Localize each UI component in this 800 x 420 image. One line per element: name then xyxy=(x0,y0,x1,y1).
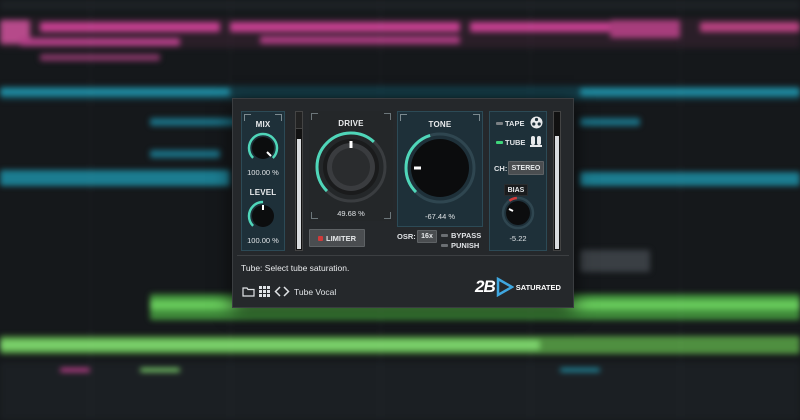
level-knob[interactable] xyxy=(247,200,279,232)
tape-indicator[interactable] xyxy=(496,122,503,125)
grid-icon[interactable] xyxy=(259,286,270,297)
drive-panel: DRIVE 49.68 % xyxy=(309,111,393,221)
chevron-right-icon[interactable] xyxy=(283,286,290,297)
tube-indicator[interactable] xyxy=(496,141,503,144)
bias-label: BIAS xyxy=(504,184,528,196)
drive-value: 49.68 % xyxy=(337,209,365,218)
limiter-led xyxy=(318,235,323,241)
level-value: 100.00 % xyxy=(247,236,279,245)
mix-knob[interactable] xyxy=(247,132,279,164)
mix-level-panel: MIX 100.00 % LEVEL 100.00 % xyxy=(241,111,285,251)
channel-label: CH: xyxy=(494,164,508,173)
output-meter xyxy=(553,111,561,251)
saturator-plugin-window: MIX 100.00 % LEVEL 100.00 % DRIVE 49.68 … xyxy=(232,98,574,308)
drive-knob[interactable] xyxy=(315,131,387,203)
osr-label: OSR: xyxy=(397,232,416,241)
punish-label[interactable]: PUNISH xyxy=(451,241,479,250)
preset-name[interactable]: Tube Vocal xyxy=(294,287,336,297)
tube-label[interactable]: TUBE xyxy=(505,138,525,147)
chevron-left-icon[interactable] xyxy=(274,286,281,297)
bias-knob[interactable] xyxy=(501,196,535,230)
tape-label[interactable]: TAPE xyxy=(505,119,524,128)
folder-icon[interactable] xyxy=(242,286,255,297)
channel-select[interactable]: STEREO xyxy=(508,161,544,175)
brand-name: SATURATED xyxy=(515,282,561,292)
mix-label: MIX xyxy=(255,120,271,129)
bias-value: -5.22 xyxy=(509,234,527,243)
brand-logo: 2B SATURATED xyxy=(475,276,561,298)
tone-panel: TONE -67.44 % xyxy=(397,111,483,227)
brand-logo-text: 2B xyxy=(475,277,496,296)
tape-reel-icon xyxy=(530,116,543,129)
osr-select[interactable]: 16x xyxy=(417,230,437,243)
mix-value: 100.00 % xyxy=(247,168,279,177)
input-meter xyxy=(295,111,303,251)
tone-value: -67.44 % xyxy=(424,212,456,221)
drive-label: DRIVE xyxy=(338,119,364,128)
bypass-label[interactable]: BYPASS xyxy=(451,231,481,240)
limiter-label: LIMITER xyxy=(326,233,356,243)
level-label: LEVEL xyxy=(249,188,277,197)
play-triangle-logo-icon xyxy=(496,277,514,297)
tube-icon xyxy=(530,136,542,147)
status-text: Tube: Select tube saturation. xyxy=(241,263,350,273)
footer-divider xyxy=(237,255,569,256)
tone-label: TONE xyxy=(428,120,452,129)
mode-panel: TAPE TUBE CH: STEREO BIAS -5.22 xyxy=(489,111,547,251)
input-meter-top xyxy=(295,111,303,129)
bypass-toggle-indicator[interactable] xyxy=(441,234,448,237)
punish-toggle-indicator[interactable] xyxy=(441,244,448,247)
tone-knob[interactable] xyxy=(404,132,476,204)
limiter-button[interactable]: LIMITER xyxy=(309,229,365,247)
